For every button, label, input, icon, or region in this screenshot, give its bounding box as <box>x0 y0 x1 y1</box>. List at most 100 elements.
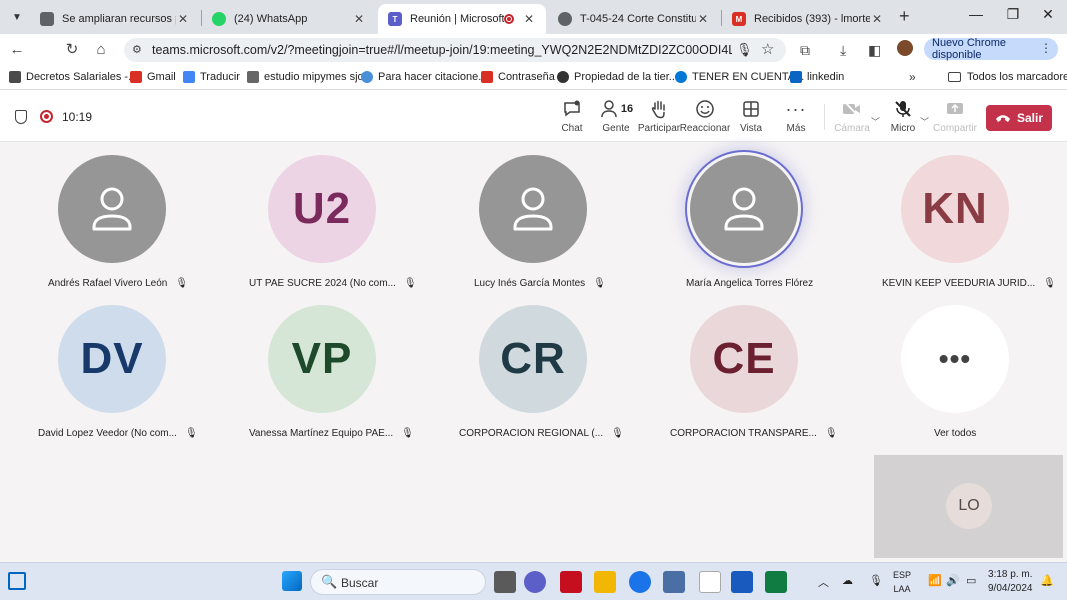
onedrive-cloud-icon <box>675 71 687 83</box>
folder-icon <box>948 72 961 82</box>
raise-hand-button[interactable]: Participar <box>633 98 685 134</box>
person-icon <box>92 187 132 231</box>
participant-avatar[interactable]: DV <box>58 305 166 413</box>
side-panel-icon[interactable]: ◧ <box>868 42 881 59</box>
maximize-icon[interactable]: ❐ <box>1003 6 1023 23</box>
kebab-menu-icon[interactable]: ⋮ <box>1040 41 1052 55</box>
language-indicator[interactable]: ESP LAA <box>893 568 911 596</box>
new-tab-plus-icon[interactable]: + <box>899 6 910 27</box>
address-url[interactable]: teams.microsoft.com/v2/?meetingjoin=true… <box>152 43 732 57</box>
participant-avatar[interactable] <box>479 155 587 263</box>
participant-avatar[interactable] <box>690 155 798 263</box>
close-tab-icon[interactable]: ✕ <box>696 12 710 26</box>
task-view-widget-icon[interactable] <box>8 572 26 590</box>
all-bookmarks-button[interactable]: Todos los marcadores <box>948 71 1067 83</box>
more-button[interactable]: ··· Más <box>770 98 822 135</box>
microphone-icon[interactable]: 🎙 <box>736 42 753 58</box>
chrome-update-button[interactable]: Nuevo Chrome disponible ⋮ <box>924 37 1058 61</box>
share-button[interactable]: Compartir <box>929 98 981 134</box>
windows-start-icon[interactable] <box>282 571 302 591</box>
more-dots-icon: ••• <box>938 343 972 374</box>
download-icon[interactable]: ⤓ <box>840 42 846 59</box>
close-tab-icon[interactable]: ✕ <box>352 12 366 26</box>
profile-avatar[interactable] <box>897 40 913 56</box>
see-all-button[interactable]: ••• <box>901 305 1009 413</box>
window-close-icon[interactable]: ✕ <box>1038 6 1058 23</box>
bookmark-item[interactable]: Decretos Salariales -... <box>9 71 137 83</box>
tab-gmail[interactable]: M Recibidos (393) - lmortegac ✕ <box>722 4 894 34</box>
app-icon[interactable] <box>663 571 685 593</box>
bookmark-item[interactable]: estudio mipymes sjo <box>247 71 364 83</box>
document-favicon-icon <box>40 12 54 26</box>
close-tab-icon[interactable]: ✕ <box>522 12 536 26</box>
wifi-icon[interactable]: 📶 <box>928 574 942 587</box>
active-app-icon[interactable] <box>699 571 721 593</box>
address-bar[interactable]: ⚙ teams.microsoft.com/v2/?meetingjoin=tr… <box>124 38 786 62</box>
home-icon[interactable]: ⌂ <box>92 41 110 59</box>
excel-icon[interactable] <box>765 571 787 593</box>
participant-name: CORPORACION TRANSPARE... 🎙 <box>670 428 838 439</box>
gmail-icon <box>130 71 142 83</box>
reload-icon[interactable]: ↻ <box>63 41 81 59</box>
tab-teams-meeting[interactable]: T Reunión | Microsoft Tear ✕ <box>378 4 546 34</box>
see-all-label[interactable]: Ver todos <box>934 428 976 439</box>
person-icon <box>513 187 553 231</box>
tab-recursos[interactable]: Se ampliaran recursos para ‹ ✕ <box>30 4 200 34</box>
participant-avatar[interactable]: U2 <box>268 155 376 263</box>
bookmark-item[interactable]: Para hacer citacione... <box>361 71 487 83</box>
linkedin-icon <box>790 71 802 83</box>
teams-app-icon[interactable] <box>524 571 546 593</box>
bookmark-item[interactable]: Contraseña <box>481 71 555 83</box>
participant-avatar[interactable] <box>58 155 166 263</box>
bookmarks-bar: Decretos Salariales -... Gmail Traducir … <box>0 66 1067 90</box>
tab-search-chevron-icon[interactable]: ▼ <box>6 6 28 28</box>
globe-favicon-icon <box>558 12 572 26</box>
participant-avatar[interactable]: CE <box>690 305 798 413</box>
onedrive-icon[interactable]: ☁ <box>842 574 853 587</box>
raise-hand-label: Participar <box>637 123 681 134</box>
leave-button[interactable]: Salir <box>986 105 1052 131</box>
bookmark-label: Traducir <box>200 71 240 83</box>
taskbar-search-box[interactable]: 🔍 Buscar <box>310 569 486 595</box>
task-view-icon[interactable] <box>494 571 516 593</box>
bookmark-favicon-icon <box>9 71 21 83</box>
screen: ▼ Se ampliaran recursos para ‹ ✕ (24) Wh… <box>0 0 1067 600</box>
gmail-icon <box>481 71 493 83</box>
more-bookmarks-chevron-icon[interactable]: » <box>909 70 916 84</box>
bookmark-item[interactable]: TENER EN CUENTA... <box>675 71 804 83</box>
mic-options-chevron-icon[interactable]: ﹀ <box>920 115 929 128</box>
bookmark-star-icon[interactable]: ☆ <box>761 40 774 58</box>
bookmark-item[interactable]: Traducir <box>183 71 240 83</box>
participant-avatar[interactable]: VP <box>268 305 376 413</box>
participant-name-text: CORPORACION REGIONAL (... <box>459 428 604 439</box>
tab-corte-constitucional[interactable]: T-045-24 Corte Constitucion ✕ <box>548 4 720 34</box>
minimize-icon[interactable]: — <box>966 6 986 22</box>
battery-icon[interactable]: ▭ <box>966 574 976 587</box>
participant-avatar[interactable]: KN <box>901 155 1009 263</box>
share-label: Compartir <box>933 123 977 134</box>
word-icon[interactable] <box>731 571 753 593</box>
app-icon[interactable] <box>560 571 582 593</box>
back-arrow-icon[interactable]: ← <box>8 41 26 59</box>
show-hidden-icons-chevron-icon[interactable]: ︿ <box>818 574 829 590</box>
microphone-tray-icon[interactable]: 🎙 <box>869 574 883 587</box>
bookmark-item[interactable]: Gmail <box>130 71 176 83</box>
bookmark-item[interactable]: linkedin <box>790 71 844 83</box>
bookmark-item[interactable]: Propiedad de la tier... <box>557 71 678 83</box>
close-tab-icon[interactable]: ✕ <box>176 12 190 26</box>
extensions-puzzle-icon[interactable]: ⧉ <box>800 42 810 59</box>
participant-avatar[interactable]: CR <box>479 305 587 413</box>
react-button[interactable]: Reaccionar <box>679 98 731 134</box>
volume-icon[interactable]: 🔊 <box>946 574 960 587</box>
file-explorer-icon[interactable] <box>594 571 616 593</box>
site-settings-icon[interactable]: ⚙ <box>132 43 142 56</box>
tab-whatsapp[interactable]: (24) WhatsApp ✕ <box>202 4 376 34</box>
taskbar-clock[interactable]: 3:18 p. m. 9/04/2024 <box>988 568 1033 596</box>
close-tab-icon[interactable]: ✕ <box>870 12 884 26</box>
grid-view-icon <box>743 101 759 117</box>
chrome-icon[interactable] <box>629 571 651 593</box>
bookmark-label: TENER EN CUENTA... <box>692 71 805 83</box>
bookmark-label: Decretos Salariales -... <box>26 71 138 83</box>
notification-bell-icon[interactable]: 🔔 <box>1040 574 1054 587</box>
whatsapp-favicon-icon <box>212 12 226 26</box>
